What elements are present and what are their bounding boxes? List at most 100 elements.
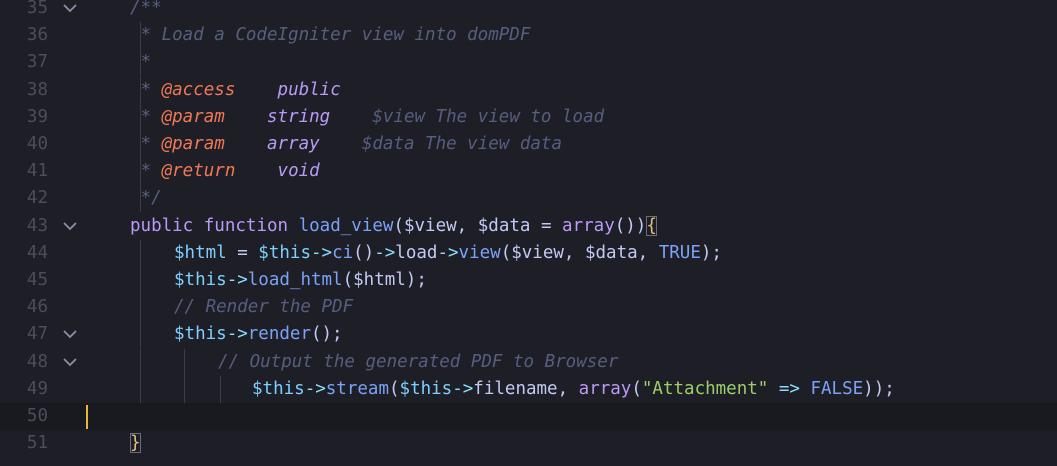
code-text[interactable]: */ bbox=[130, 185, 162, 212]
line-number: 44 bbox=[26, 242, 48, 263]
chevron-down-icon[interactable] bbox=[62, 2, 77, 14]
code-editor[interactable]: 35 /** 36 * Load a CodeIgniter view into d… bbox=[0, 0, 1057, 466]
line-number: 41 bbox=[26, 161, 48, 182]
text-cursor bbox=[86, 405, 88, 429]
code-token: * bbox=[130, 52, 152, 73]
code-text[interactable]: } bbox=[130, 430, 141, 457]
code-token: () bbox=[353, 242, 375, 263]
chevron-down-icon[interactable] bbox=[62, 356, 77, 368]
code-token: array bbox=[562, 215, 615, 236]
line-number: 48 bbox=[26, 351, 48, 372]
indent-guide bbox=[140, 375, 141, 403]
code-token: = bbox=[530, 215, 563, 236]
code-text[interactable]: * Load a CodeIgniter view into domPDF bbox=[130, 22, 531, 49]
code-line[interactable]: 46 // Render the PDF bbox=[0, 294, 1057, 322]
code-line[interactable]: 51} bbox=[0, 430, 1057, 457]
code-line[interactable]: 48 // Output the generated PDF to Browser bbox=[0, 348, 1057, 376]
code-text[interactable]: $this->load_html($html); bbox=[174, 267, 427, 294]
code-token: @return bbox=[161, 161, 236, 182]
code-text[interactable]: * @param string $view The view to load bbox=[130, 104, 605, 131]
indent-guide bbox=[184, 348, 185, 376]
indent-guide bbox=[140, 239, 141, 267]
code-token: stream bbox=[325, 378, 389, 399]
chevron-down-icon[interactable] bbox=[62, 328, 77, 340]
code-line[interactable]: 44 $html = $this->ci()->load->view($view,… bbox=[0, 239, 1057, 267]
code-token: @access bbox=[161, 79, 236, 100]
code-token: -> bbox=[310, 242, 333, 263]
code-line[interactable]: 39 * @param string $view The view to loa… bbox=[0, 103, 1057, 131]
code-token: @param bbox=[161, 134, 225, 154]
code-token: * Load a CodeIgniter view into domPDF bbox=[130, 25, 531, 46]
code-token: )); bbox=[863, 378, 895, 399]
line-number: 49 bbox=[26, 378, 48, 399]
code-token: , bbox=[456, 215, 478, 236]
code-line[interactable]: 43 public function load_view($view, $data… bbox=[0, 213, 1057, 240]
code-line[interactable]: 36 * Load a CodeIgniter view into domPDF bbox=[0, 22, 1057, 50]
code-line[interactable]: 38 * @access public bbox=[0, 76, 1057, 104]
code-line[interactable]: 41 * @return void bbox=[0, 158, 1057, 186]
code-token: $this bbox=[258, 242, 311, 263]
code-token: // Output the generated PDF to Browser bbox=[218, 351, 619, 372]
code-token: array bbox=[266, 134, 320, 154]
code-token: void bbox=[277, 161, 320, 182]
code-token: TRUE bbox=[658, 242, 701, 263]
code-line[interactable]: 45 $this->load_html($html); bbox=[0, 267, 1057, 294]
code-line[interactable]: 37 * bbox=[0, 49, 1057, 77]
code-token: * bbox=[130, 79, 162, 100]
code-text[interactable]: $html = $this->ci()->load->view($view, $… bbox=[174, 240, 722, 267]
code-token: */ bbox=[130, 188, 162, 209]
code-line[interactable]: 40 * @param array $data The view data bbox=[0, 131, 1057, 158]
indent-guide bbox=[184, 375, 185, 403]
code-line[interactable]: 50 bbox=[0, 403, 1057, 430]
line-number: 46 bbox=[26, 297, 48, 318]
code-text[interactable]: public function load_view($view, $data =… bbox=[130, 213, 657, 240]
code-token: -> bbox=[226, 324, 248, 345]
code-token: render bbox=[247, 324, 311, 345]
code-token: $data The view data bbox=[319, 134, 562, 154]
code-token: // Render the PDF bbox=[174, 297, 354, 318]
line-number: 42 bbox=[26, 188, 48, 209]
code-token: * bbox=[130, 106, 162, 127]
code-token: /** bbox=[130, 0, 162, 18]
code-token: ($view, $data, bbox=[500, 242, 659, 263]
code-text[interactable]: $this->render(); bbox=[174, 321, 343, 348]
line-number: 45 bbox=[26, 270, 48, 290]
code-token: ci bbox=[332, 242, 354, 263]
code-text[interactable]: * @param array $data The view data bbox=[130, 131, 562, 158]
code-line[interactable]: 35 /** bbox=[0, 0, 1057, 22]
code-text[interactable]: * @return void bbox=[130, 158, 320, 185]
code-text[interactable]: * @access public bbox=[130, 77, 341, 104]
indent-guide bbox=[140, 294, 141, 322]
code-token: $this bbox=[252, 378, 305, 399]
code-token: -> bbox=[374, 242, 396, 263]
code-token: $html bbox=[174, 242, 227, 263]
code-token: ( bbox=[393, 215, 404, 236]
code-token: filename, bbox=[473, 378, 579, 399]
code-line[interactable]: 42 */ bbox=[0, 185, 1057, 213]
code-line[interactable]: 47 $this->render(); bbox=[0, 321, 1057, 349]
code-text[interactable]: $this->stream($this->filename, array("At… bbox=[252, 376, 895, 403]
indent-guide bbox=[140, 348, 141, 376]
code-text[interactable]: // Output the generated PDF to Browser bbox=[218, 349, 618, 376]
code-token: @param bbox=[161, 106, 225, 127]
line-number: 43 bbox=[26, 215, 48, 236]
code-token: ($html); bbox=[342, 270, 427, 290]
code-token: -> bbox=[226, 270, 248, 290]
line-number: 35 bbox=[26, 0, 48, 18]
code-text[interactable]: // Render the PDF bbox=[174, 294, 353, 321]
code-token: -> bbox=[304, 378, 326, 399]
chevron-down-icon[interactable] bbox=[62, 220, 77, 232]
code-token: "Attachment" bbox=[641, 378, 769, 399]
code-token: view bbox=[458, 242, 501, 263]
code-token: = bbox=[226, 242, 259, 263]
code-text[interactable]: * bbox=[130, 49, 152, 76]
code-text[interactable]: /** bbox=[130, 0, 162, 22]
code-token: string bbox=[266, 106, 331, 127]
line-number: 51 bbox=[26, 433, 48, 454]
code-token: public bbox=[130, 215, 194, 236]
code-token: $view The view to load bbox=[330, 106, 605, 127]
code-line[interactable]: 49 $this->stream($this->filename, array("… bbox=[0, 375, 1057, 403]
